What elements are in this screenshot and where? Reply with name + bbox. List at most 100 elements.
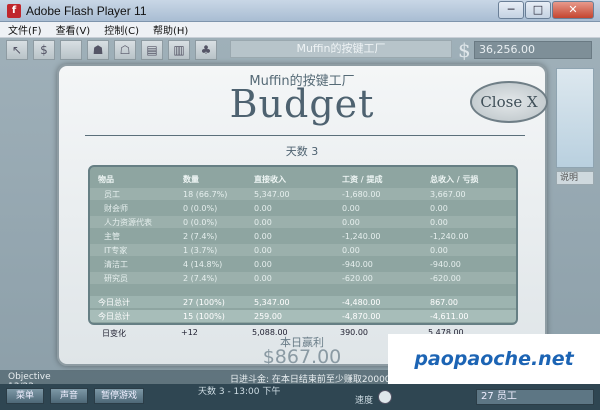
row-wages: -1,240.00 bbox=[342, 231, 381, 241]
desk-tool-icon[interactable]: ▤ bbox=[141, 40, 163, 60]
game-toolbar: ↖ $ ☗ ☖ ▤ ▥ ♣ bbox=[6, 40, 222, 60]
menu-file[interactable]: 文件(F) bbox=[8, 22, 42, 37]
speed-label: 速度 bbox=[355, 396, 374, 406]
row-income: 0.00 bbox=[254, 259, 272, 269]
window-title: Adobe Flash Player 11 bbox=[26, 3, 147, 18]
worker-count[interactable]: 27 员工 bbox=[476, 389, 594, 405]
row-total: -4,611.00 bbox=[430, 311, 469, 321]
bottom-bar: 菜单 声音 暂停游戏 天数 3 - 13:00 下午 速度 27 员工 bbox=[0, 384, 600, 410]
close-dialog-button[interactable]: Close X bbox=[470, 81, 548, 123]
pause-button[interactable]: 暂停游戏 bbox=[94, 388, 144, 404]
menu-help[interactable]: 帮助(H) bbox=[153, 22, 188, 37]
side-panel-label[interactable]: 说明 bbox=[556, 171, 594, 185]
row-count: 2 (7.4%) bbox=[183, 231, 218, 241]
day-time-label: 天数 3 - 13:00 下午 bbox=[198, 387, 281, 397]
row-item: 今日总计 bbox=[98, 297, 130, 307]
row-item: 主管 bbox=[104, 231, 120, 241]
row-item: IT专家 bbox=[104, 245, 128, 255]
row-income: 0.00 bbox=[254, 231, 272, 241]
row-wages: -4,480.00 bbox=[342, 297, 381, 307]
row-count: 15 (100%) bbox=[183, 311, 225, 321]
today-total-row: 今日总计 27 (100%) 5,347.00 -4,480.00 867.00 bbox=[90, 296, 516, 308]
row-wages: -620.00 bbox=[342, 273, 373, 283]
row-total: -940.00 bbox=[430, 259, 461, 269]
header-count: 数量 bbox=[183, 174, 199, 184]
row-wages: 0.00 bbox=[342, 203, 360, 213]
row-income: 5,347.00 bbox=[254, 189, 290, 199]
row-count: 0 (0.0%) bbox=[183, 217, 218, 227]
row-income: 0.00 bbox=[254, 217, 272, 227]
cursor-tool-icon[interactable]: ↖ bbox=[6, 40, 28, 60]
row-count: 4 (14.8%) bbox=[183, 259, 223, 269]
window-titlebar: f Adobe Flash Player 11 ─ □ ✕ bbox=[0, 0, 600, 22]
menubar: 文件(F) 查看(V) 控制(C) 帮助(H) bbox=[0, 22, 600, 38]
header-direct-income: 直接收入 bbox=[254, 174, 286, 184]
previous-total-row: 今日总计 15 (100%) 259.00 -4,870.00 -4,611.0… bbox=[90, 310, 516, 322]
table-row: 人力资源代表 0 (0.0%) 0.00 0.00 0.00 bbox=[90, 216, 516, 228]
hire-worker-icon[interactable]: ☗ bbox=[87, 40, 109, 60]
plant-tool-icon[interactable]: ♣ bbox=[195, 40, 217, 60]
table-row: 员工 18 (66.7%) 5,347.00 -1,680.00 3,667.0… bbox=[90, 188, 516, 200]
table-row: 研究员 2 (7.4%) 0.00 -620.00 -620.00 bbox=[90, 272, 516, 284]
row-count: 2 (7.4%) bbox=[183, 273, 218, 283]
row-wages: 0.00 bbox=[342, 245, 360, 255]
table-row: IT专家 1 (3.7%) 0.00 0.00 0.00 bbox=[90, 244, 516, 256]
menu-view[interactable]: 查看(V) bbox=[56, 22, 91, 37]
table-row: 清洁工 4 (14.8%) 0.00 -940.00 -940.00 bbox=[90, 258, 516, 270]
row-count: 18 (66.7%) bbox=[183, 189, 228, 199]
header-wages: 工资 / 提成 bbox=[342, 174, 383, 184]
header-item: 物品 bbox=[98, 174, 114, 184]
row-total: 867.00 bbox=[430, 297, 458, 307]
desk-worker-icon[interactable]: ☖ bbox=[114, 40, 136, 60]
chart-tool-icon[interactable]: ▥ bbox=[168, 40, 190, 60]
row-item: 今日总计 bbox=[98, 311, 130, 321]
factory-name-bar: Muffin的按键工厂 bbox=[230, 40, 452, 58]
menu-control[interactable]: 控制(C) bbox=[104, 22, 139, 37]
row-total: 3,667.00 bbox=[430, 189, 466, 199]
row-wages: -940.00 bbox=[342, 259, 373, 269]
row-wages: -4,870.00 bbox=[342, 311, 381, 321]
objective-counter[interactable]: Objective 13/22 bbox=[8, 372, 76, 392]
flash-player-icon: f bbox=[7, 3, 21, 18]
row-wages: 0.00 bbox=[342, 217, 360, 227]
blank-tool-icon[interactable] bbox=[60, 40, 82, 60]
row-count: 0 (0.0%) bbox=[183, 203, 218, 213]
row-count: 27 (100%) bbox=[183, 297, 225, 307]
table-row: 主管 2 (7.4%) 0.00 -1,240.00 -1,240.00 bbox=[90, 230, 516, 242]
close-window-button[interactable]: ✕ bbox=[552, 1, 594, 19]
row-count: 1 (3.7%) bbox=[183, 245, 218, 255]
money-symbol: $ bbox=[458, 38, 471, 62]
row-item: 研究员 bbox=[104, 273, 128, 283]
row-income: 259.00 bbox=[254, 311, 282, 321]
row-total: 0.00 bbox=[430, 217, 448, 227]
header-total: 总收入 / 亏损 bbox=[430, 174, 479, 184]
title-divider bbox=[85, 135, 525, 136]
money-tool-icon[interactable]: $ bbox=[33, 40, 55, 60]
speed-slider-handle[interactable] bbox=[378, 390, 392, 404]
row-total: -620.00 bbox=[430, 273, 461, 283]
row-item: 清洁工 bbox=[104, 259, 128, 269]
table-header-row: 物品 数量 直接收入 工资 / 提成 总收入 / 亏损 bbox=[90, 173, 516, 185]
sound-button[interactable]: 声音 bbox=[50, 388, 88, 404]
budget-table: 物品 数量 直接收入 工资 / 提成 总收入 / 亏损 员工 18 (66.7%… bbox=[88, 165, 518, 325]
row-total: 0.00 bbox=[430, 203, 448, 213]
row-income: 5,347.00 bbox=[254, 297, 290, 307]
watermark: paopaoche.net bbox=[388, 334, 600, 384]
menu-button[interactable]: 菜单 bbox=[6, 388, 44, 404]
row-item: 财会师 bbox=[104, 203, 128, 213]
row-item: 员工 bbox=[104, 189, 120, 199]
row-income: 0.00 bbox=[254, 273, 272, 283]
budget-dialog: Muffin的按键工厂 Budget Close X 天数 3 物品 数量 直接… bbox=[57, 64, 548, 368]
side-panel-thumbnail[interactable] bbox=[556, 68, 594, 168]
row-item: 人力资源代表 bbox=[104, 217, 152, 227]
row-income: 0.00 bbox=[254, 203, 272, 213]
row-wages: -1,680.00 bbox=[342, 189, 381, 199]
money-balance: 36,256.00 bbox=[474, 41, 592, 59]
maximize-button[interactable]: □ bbox=[525, 1, 551, 19]
minimize-button[interactable]: ─ bbox=[498, 1, 524, 19]
row-total: -1,240.00 bbox=[430, 231, 469, 241]
window-controls: ─ □ ✕ bbox=[497, 1, 594, 19]
row-income: 0.00 bbox=[254, 245, 272, 255]
row-total: 0.00 bbox=[430, 245, 448, 255]
day-label: 天数 3 bbox=[285, 145, 319, 158]
